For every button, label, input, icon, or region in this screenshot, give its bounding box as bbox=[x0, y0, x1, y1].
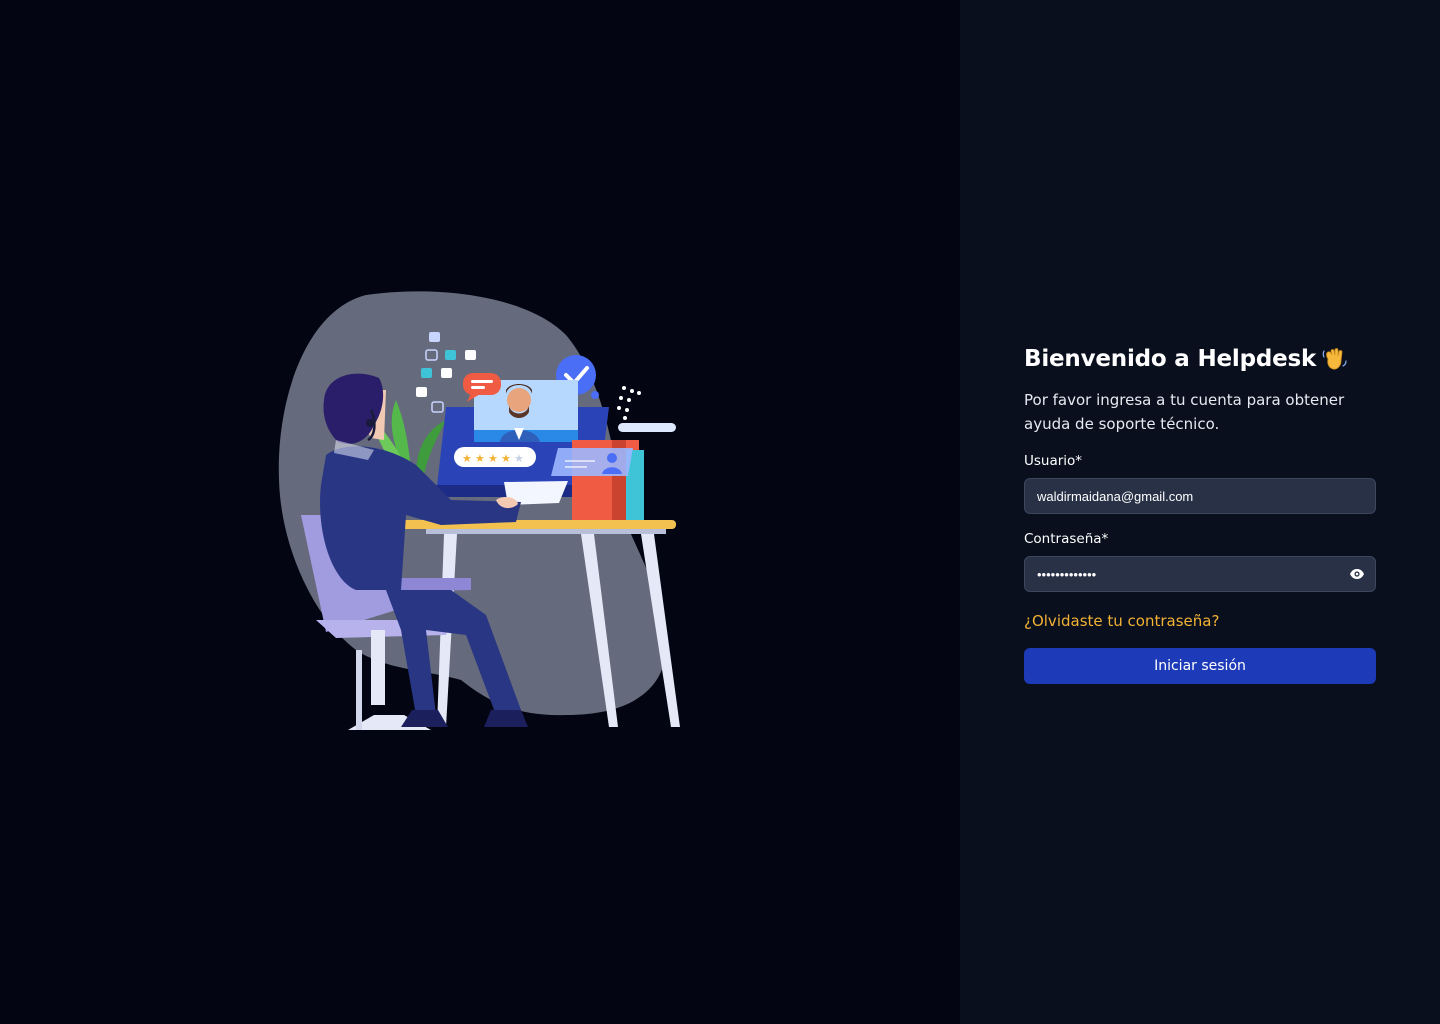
username-field-container bbox=[1024, 478, 1376, 514]
svg-text:★: ★ bbox=[514, 452, 524, 465]
password-label: Contraseña* bbox=[1024, 531, 1109, 547]
password-field-container bbox=[1024, 556, 1376, 592]
page-title: Bienvenido a Helpdesk bbox=[1024, 342, 1376, 376]
login-button[interactable]: Iniciar sesión bbox=[1024, 648, 1376, 684]
title-text: Bienvenido a Helpdesk bbox=[1024, 346, 1317, 372]
eye-icon bbox=[1350, 569, 1364, 579]
svg-text:★: ★ bbox=[475, 452, 485, 465]
svg-text:★: ★ bbox=[501, 452, 511, 465]
username-label: Usuario* bbox=[1024, 453, 1083, 469]
svg-text:★: ★ bbox=[488, 452, 498, 465]
svg-text:★: ★ bbox=[462, 452, 472, 465]
login-panel: Bienvenido a Helpdesk Por favor ingresa … bbox=[960, 0, 1440, 1024]
login-page: ★ ★ ★ ★ ★ Bienvenido a Helpdesk Por favo… bbox=[0, 0, 1440, 1024]
login-form: Bienvenido a Helpdesk Por favor ingresa … bbox=[1024, 342, 1376, 684]
toggle-password-visibility-button[interactable] bbox=[1345, 562, 1369, 586]
forgot-password-link[interactable]: ¿Olvidaste tu contraseña? bbox=[1024, 611, 1376, 631]
password-input[interactable] bbox=[1025, 557, 1375, 591]
rating-stars: ★ ★ ★ ★ ★ bbox=[462, 452, 524, 465]
waving-hand-icon bbox=[1322, 348, 1347, 370]
support-agent-illustration: ★ ★ ★ ★ ★ bbox=[278, 291, 680, 730]
subtitle: Por favor ingresa a tu cuenta para obten… bbox=[1024, 391, 1345, 433]
username-input[interactable] bbox=[1025, 479, 1375, 513]
illustration-panel: ★ ★ ★ ★ ★ bbox=[0, 0, 960, 1024]
